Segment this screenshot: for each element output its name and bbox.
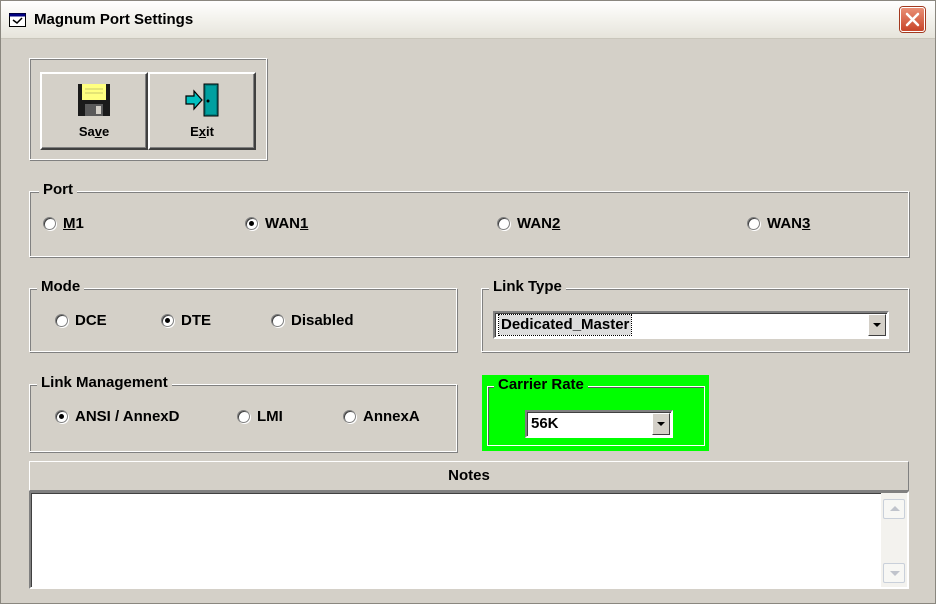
carrier-rate-legend: Carrier Rate <box>494 376 588 394</box>
port-radio-wan3[interactable]: WAN3 <box>747 215 810 232</box>
link-mgmt-radio-label: LMI <box>257 408 283 425</box>
notes-header: Notes <box>29 461 909 491</box>
link-management-legend: Link Management <box>37 374 172 392</box>
radio-button-icon <box>271 314 284 327</box>
port-legend: Port <box>39 181 77 199</box>
mode-radio-dce[interactable]: DCE <box>55 312 107 329</box>
link-type-value: Dedicated_Master <box>497 314 633 336</box>
radio-button-selected-icon <box>161 314 174 327</box>
mode-radio-label: DTE <box>181 312 211 329</box>
app-window-icon <box>9 13 26 27</box>
port-settings-window: Magnum Port Settings Save Exit Port M1 W… <box>0 0 936 604</box>
port-radio-wan1[interactable]: WAN1 <box>245 215 308 232</box>
radio-button-icon <box>43 217 56 230</box>
mode-group: Mode DCE DTE Disabled <box>29 278 457 352</box>
link-mgmt-radio-lmi[interactable]: LMI <box>237 408 283 425</box>
notes-textarea[interactable] <box>29 491 909 589</box>
radio-button-icon <box>237 410 250 423</box>
port-radio-wan2[interactable]: WAN2 <box>497 215 560 232</box>
exit-button[interactable]: Exit <box>148 72 256 150</box>
port-group: Port M1 WAN1 WAN2 WAN3 <box>29 181 909 257</box>
radio-button-icon <box>55 314 68 327</box>
port-radio-label: M1 <box>63 215 84 232</box>
notes-scrollbar[interactable] <box>881 493 907 587</box>
save-button[interactable]: Save <box>40 72 148 150</box>
floppy-disk-icon <box>78 84 110 116</box>
port-radio-label: WAN2 <box>517 215 561 232</box>
port-radio-label: WAN3 <box>767 215 811 232</box>
close-icon <box>905 12 920 27</box>
mode-radio-label: DCE <box>75 312 107 329</box>
window-title: Magnum Port Settings <box>34 11 194 28</box>
chevron-down-icon[interactable] <box>652 413 670 435</box>
link-type-legend: Link Type <box>489 278 566 296</box>
radio-button-selected-icon <box>245 217 258 230</box>
exit-label: Exit <box>190 124 214 139</box>
link-mgmt-radio-ansi[interactable]: ANSI / AnnexD <box>55 408 179 425</box>
port-radio-label: WAN1 <box>265 215 309 232</box>
radio-button-icon <box>497 217 510 230</box>
link-mgmt-radio-annexa[interactable]: AnnexA <box>343 408 420 425</box>
title-bar[interactable]: Magnum Port Settings <box>1 1 935 39</box>
mode-legend: Mode <box>37 278 85 296</box>
scroll-down-icon[interactable] <box>883 563 905 583</box>
port-radio-m1[interactable]: M1 <box>43 215 84 232</box>
link-type-dropdown[interactable]: Dedicated_Master <box>493 311 889 339</box>
link-management-group: Link Management ANSI / AnnexD LMI AnnexA <box>29 374 457 452</box>
mode-radio-label: Disabled <box>291 312 354 329</box>
carrier-rate-value: 56K <box>531 415 559 432</box>
radio-button-icon <box>343 410 356 423</box>
link-mgmt-radio-label: AnnexA <box>363 408 420 425</box>
mode-radio-dte[interactable]: DTE <box>161 312 211 329</box>
carrier-rate-dropdown[interactable]: 56K <box>525 410 673 438</box>
link-type-group: Link Type Dedicated_Master <box>481 278 909 352</box>
carrier-rate-group: Carrier Rate 56K <box>482 375 709 451</box>
radio-button-selected-icon <box>55 410 68 423</box>
link-mgmt-radio-label: ANSI / AnnexD <box>75 408 180 425</box>
exit-door-icon <box>185 83 219 117</box>
radio-button-icon <box>747 217 760 230</box>
mode-radio-disabled[interactable]: Disabled <box>271 312 354 329</box>
close-button[interactable] <box>900 7 925 32</box>
chevron-down-icon[interactable] <box>868 314 886 336</box>
toolbar-frame: Save Exit <box>29 58 267 160</box>
scroll-up-icon[interactable] <box>883 499 905 519</box>
save-label: Save <box>78 124 110 139</box>
